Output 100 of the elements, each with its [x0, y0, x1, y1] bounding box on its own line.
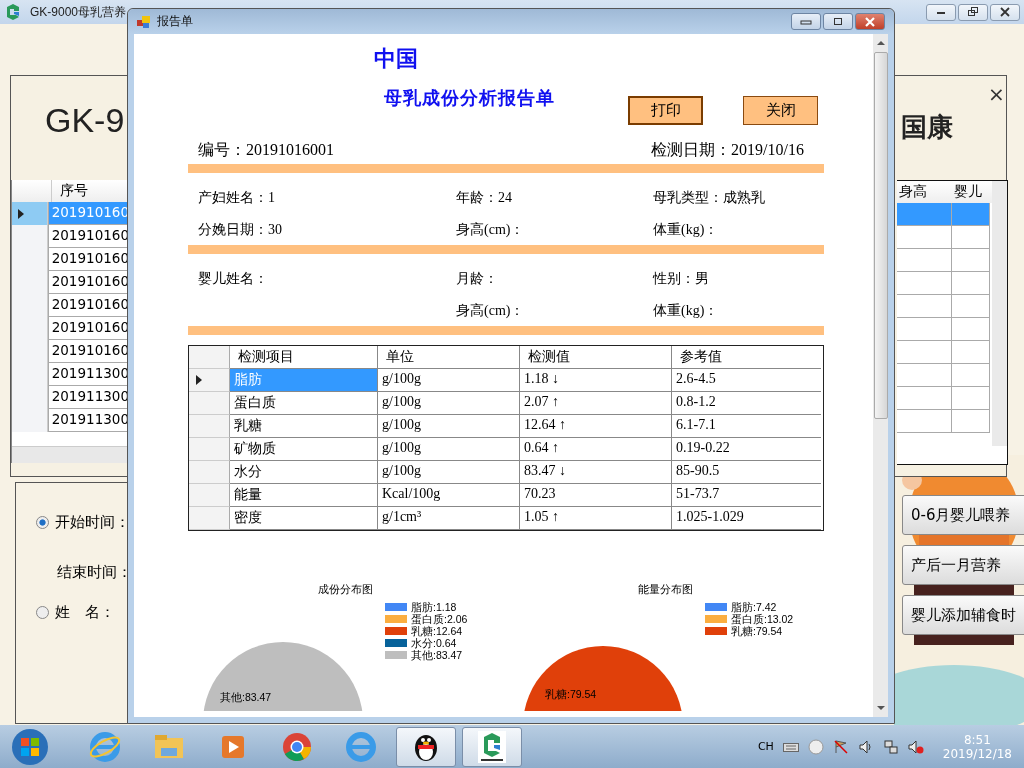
info-field: 产妇姓名：1: [198, 189, 456, 207]
guide-button[interactable]: 0-6月婴儿喂养: [902, 495, 1024, 535]
close-icon: [863, 16, 877, 27]
scroll-down-icon[interactable]: [876, 705, 885, 711]
restore-icon: [967, 7, 979, 17]
table-cell[interactable]: 2.07 ↑: [520, 392, 672, 415]
info-field: 婴儿姓名：: [198, 270, 456, 288]
restore-button[interactable]: [958, 3, 988, 21]
table-cell[interactable]: g/100g: [378, 392, 520, 415]
field-label: 结束时间：: [57, 563, 132, 582]
table-cell[interactable]: 1.05 ↑: [520, 507, 672, 530]
logo-icon: [478, 730, 506, 763]
table-cell[interactable]: g/100g: [378, 415, 520, 438]
column-header[interactable]: 参考值: [672, 346, 821, 369]
minimize-button[interactable]: [926, 3, 956, 21]
window-title: GK-9000母乳营养: [30, 3, 127, 21]
muted-volume-icon[interactable]: [907, 738, 924, 755]
column-header[interactable]: 单位: [378, 346, 520, 369]
table-cell[interactable]: 密度: [230, 507, 378, 530]
maximize-button[interactable]: [823, 13, 853, 30]
start-button[interactable]: [10, 726, 50, 767]
table-row[interactable]: [897, 226, 990, 249]
table-cell[interactable]: 乳糖: [230, 415, 378, 438]
table-cell[interactable]: 51-73.7: [672, 484, 821, 507]
table-cell[interactable]: g/100g: [378, 438, 520, 461]
radio-option[interactable]: 姓 名：: [36, 603, 115, 622]
row-header[interactable]: [189, 369, 230, 392]
network-icon[interactable]: [882, 738, 899, 755]
info-field: 身高(cm)：: [456, 302, 653, 320]
table-cell[interactable]: g/100g: [378, 369, 520, 392]
info-field: 体重(kg)：: [653, 302, 833, 320]
legend-label: 脂肪:1.18: [411, 601, 457, 613]
guide-button[interactable]: 婴儿添加辅食时: [902, 595, 1024, 635]
table-row[interactable]: [897, 249, 990, 272]
legend-label: 蛋白质:13.02: [731, 613, 794, 625]
volume-icon[interactable]: [857, 738, 874, 755]
close-icon[interactable]: ×: [988, 82, 1005, 106]
row-pointer-icon: [196, 375, 202, 385]
table-cell[interactable]: 矿物质: [230, 438, 378, 461]
table-cell[interactable]: 70.23: [520, 484, 672, 507]
tray-app-icon[interactable]: [807, 738, 824, 755]
slice-label: 其他:83.47: [220, 691, 272, 703]
table-cell[interactable]: 蛋白质: [230, 392, 378, 415]
panel-title: GK-9: [45, 101, 125, 140]
keyboard-icon[interactable]: [782, 740, 799, 753]
table-cell[interactable]: 6.1-7.1: [672, 415, 821, 438]
browser-e-icon[interactable]: [344, 729, 378, 764]
table-cell[interactable]: g/1cm³: [378, 507, 520, 530]
close-button[interactable]: [855, 13, 885, 30]
legend-label: 水分:0.64: [411, 637, 457, 649]
row-header[interactable]: [12, 202, 48, 225]
table-cell[interactable]: 85-90.5: [672, 461, 821, 484]
taskbar-app[interactable]: [396, 726, 456, 767]
table-cell[interactable]: 83.47 ↓: [520, 461, 672, 484]
close-icon: [999, 7, 1011, 17]
column-header[interactable]: 身高: [897, 181, 952, 203]
radio-option[interactable]: 开始时间：: [36, 513, 130, 532]
table-cell[interactable]: 2.6-4.5: [672, 369, 821, 392]
chart-title: 成份分布图: [317, 583, 373, 596]
column-header[interactable]: 婴儿: [952, 181, 990, 203]
legend-label: 乳糖:12.64: [411, 625, 463, 637]
info-field: 月龄：: [456, 270, 653, 288]
table-row[interactable]: [897, 318, 990, 341]
column-header[interactable]: 检测值: [520, 346, 672, 369]
table-cell[interactable]: 0.19-0.22: [672, 438, 821, 461]
info-field: 母乳类型：成熟乳: [653, 189, 833, 207]
table-cell[interactable]: 能量: [230, 484, 378, 507]
table-row[interactable]: [897, 203, 990, 226]
browser-e-icon[interactable]: [88, 729, 122, 764]
table-row[interactable]: [897, 341, 990, 364]
logo-icon: [4, 3, 22, 21]
input-language[interactable]: CH: [757, 740, 774, 753]
vertical-scrollbar[interactable]: [992, 181, 1007, 446]
table-cell[interactable]: 1.025-1.029: [672, 507, 821, 530]
flag-icon[interactable]: [832, 738, 849, 755]
maximize-icon: [832, 16, 844, 27]
table-cell[interactable]: 0.8-1.2: [672, 392, 821, 415]
table-cell[interactable]: 0.64 ↑: [520, 438, 672, 461]
table-cell[interactable]: 水分: [230, 461, 378, 484]
scroll-thumb[interactable]: [873, 52, 888, 419]
table-row[interactable]: [897, 364, 990, 387]
table-row[interactable]: [897, 387, 990, 410]
info-field: 身高(cm)：: [456, 221, 653, 239]
table-row[interactable]: [897, 272, 990, 295]
table-row[interactable]: [897, 295, 990, 318]
table-cell[interactable]: 12.64 ↑: [520, 415, 672, 438]
table-row[interactable]: [897, 410, 990, 433]
vertical-scrollbar[interactable]: [873, 34, 888, 717]
table-cell[interactable]: Kcal/100g: [378, 484, 520, 507]
info-field: 体重(kg)：: [653, 221, 833, 239]
print-button[interactable]: 打印: [628, 96, 703, 125]
legend-label: 其他:83.47: [411, 649, 463, 661]
row-pointer-icon: [18, 208, 24, 219]
table-cell[interactable]: g/100g: [378, 461, 520, 484]
close-button[interactable]: [990, 3, 1020, 21]
guide-button[interactable]: 产后一月营养: [902, 545, 1024, 585]
close-dialog-button[interactable]: 关闭: [743, 96, 818, 125]
panel-title: 国康: [901, 111, 953, 144]
scroll-up-icon[interactable]: [876, 40, 885, 46]
table-cell[interactable]: 1.18 ↓: [520, 369, 672, 392]
